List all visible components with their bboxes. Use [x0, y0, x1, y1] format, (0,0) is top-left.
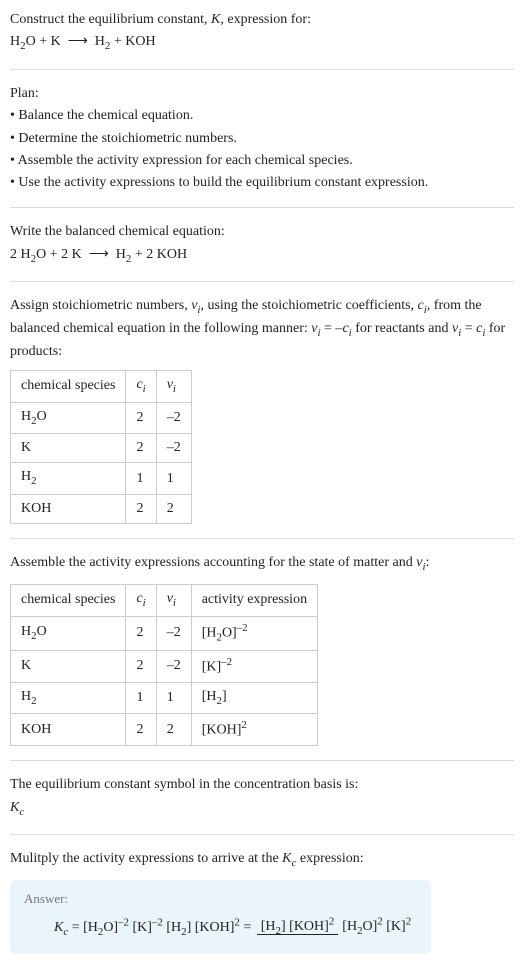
col-species: chemical species	[11, 370, 126, 402]
col-vi: νi	[156, 370, 191, 402]
plan-item: • Determine the stoichiometric numbers.	[10, 129, 514, 149]
table-header-row: chemical species ci νi activity expressi…	[11, 584, 318, 616]
col-ci: ci	[126, 370, 156, 402]
balanced-equation: 2 H2O + 2 K ⟶ H2 + 2 KOH	[10, 245, 514, 268]
separator	[10, 760, 514, 761]
table-row: KOH 2 2 [KOH]2	[11, 714, 318, 746]
kc-symbol: Kc	[10, 798, 514, 821]
answer-expression: Kc = [H2O]–2 [K]–2 [H2] [KOH]2 = [H2] [K…	[24, 915, 417, 940]
activity-table: chemical species ci νi activity expressi…	[10, 584, 318, 746]
separator	[10, 281, 514, 282]
table-row: H2 1 1 [H2]	[11, 682, 318, 714]
stoich-table: chemical species ci νi H2O 2 –2 K 2 –2 H…	[10, 370, 192, 524]
answer-lhs: Kc = [H2O]–2 [K]–2 [H2] [KOH]2 =	[54, 920, 255, 935]
symbol-line: The equilibrium constant symbol in the c…	[10, 775, 514, 795]
col-vi: νi	[156, 584, 191, 616]
table-row: K 2 –2	[11, 434, 192, 463]
intro-equation: H2O + K ⟶ H2 + KOH	[10, 32, 514, 55]
plan-item: • Assemble the activity expression for e…	[10, 151, 514, 171]
separator	[10, 834, 514, 835]
answer-denominator: [H2O]2 [K]2	[338, 919, 415, 934]
table-header-row: chemical species ci νi	[11, 370, 192, 402]
answer-label: Answer:	[24, 890, 417, 909]
answer-fraction: [H2] [KOH]2[H2O]2 [K]2	[257, 915, 415, 940]
col-activity: activity expression	[191, 584, 317, 616]
balanced-line: Write the balanced chemical equation:	[10, 222, 514, 242]
assemble-text: Assemble the activity expressions accoun…	[10, 553, 514, 576]
intro-line: Construct the equilibrium constant, K, e…	[10, 10, 514, 30]
assign-text: Assign stoichiometric numbers, νi, using…	[10, 296, 514, 362]
col-ci: ci	[126, 584, 156, 616]
table-row: H2O 2 –2 [H2O]–2	[11, 616, 318, 650]
answer-box: Answer: Kc = [H2O]–2 [K]–2 [H2] [KOH]2 =…	[10, 880, 431, 954]
col-species: chemical species	[11, 584, 126, 616]
separator	[10, 538, 514, 539]
table-row: H2 1 1	[11, 463, 192, 495]
separator	[10, 207, 514, 208]
table-row: K 2 –2 [K]–2	[11, 650, 318, 682]
answer-numerator: [H2] [KOH]2	[257, 919, 339, 935]
table-row: KOH 2 2	[11, 495, 192, 524]
plan-heading: Plan:	[10, 84, 514, 104]
multiply-line: Mulitply the activity expressions to arr…	[10, 849, 514, 872]
plan-item: • Use the activity expressions to build …	[10, 173, 514, 193]
separator	[10, 69, 514, 70]
plan-item: • Balance the chemical equation.	[10, 106, 514, 126]
table-row: H2O 2 –2	[11, 402, 192, 434]
